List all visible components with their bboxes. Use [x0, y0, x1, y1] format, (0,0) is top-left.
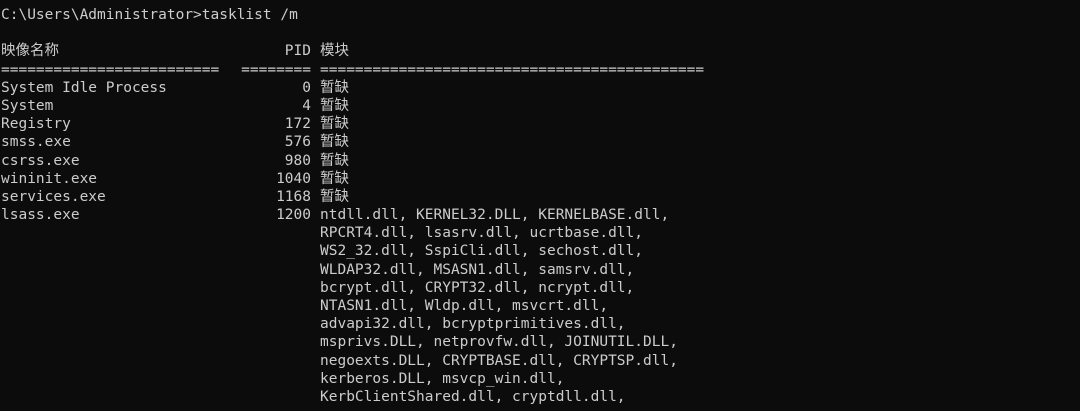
process-modules: advapi32.dll, bcryptprimitives.dll,: [320, 316, 626, 333]
process-name: Registry: [1, 116, 71, 133]
process-name: wininit.exe: [1, 170, 98, 187]
process-pid: 1200: [276, 207, 311, 224]
table-row-continuation: KerbClientShared.dll, cryptdll.dll,: [1, 388, 1080, 406]
process-pid: 1168: [276, 188, 311, 205]
separator-name: =========================: [1, 61, 220, 78]
process-pid: [233, 242, 311, 260]
process-name: [1, 297, 233, 315]
table-row: System 4 暂缺: [1, 97, 1080, 115]
console-window[interactable]: C:\Users\Administrator>tasklist /m 映像名称 …: [0, 0, 1080, 411]
process-modules: WLDAP32.dll, MSASN1.dll, samsrv.dll,: [320, 261, 635, 278]
process-pid: 1040: [276, 170, 311, 187]
process-pid: [233, 261, 311, 279]
table-row-continuation: advapi32.dll, bcryptprimitives.dll,: [1, 315, 1080, 333]
process-name: [1, 333, 233, 351]
command-prompt: C:\Users\Administrator>tasklist /m: [1, 7, 298, 23]
table-row-continuation: RPCRT4.dll, lsasrv.dll, ucrtbase.dll,: [1, 224, 1080, 242]
process-name: [1, 352, 233, 370]
process-pid: [233, 333, 311, 351]
table-header: 映像名称 PID 模块: [1, 42, 1080, 60]
table-row-continuation: msprivs.DLL, netprovfw.dll, JOINUTIL.DLL…: [1, 333, 1080, 351]
table-row-continuation: WLDAP32.dll, MSASN1.dll, samsrv.dll,: [1, 261, 1080, 279]
process-pid: [233, 388, 311, 406]
process-modules: ntdll.dll, KERNEL32.DLL, KERNELBASE.dll,: [320, 207, 670, 224]
process-modules: 暂缺: [320, 116, 349, 133]
process-name: [1, 315, 233, 333]
table-row-continuation: NTASN1.dll, Wldp.dll, msvcrt.dll,: [1, 297, 1080, 315]
process-modules: 暂缺: [320, 152, 349, 169]
header-modules: 模块: [320, 43, 349, 60]
table-row: System Idle Process 0 暂缺: [1, 79, 1080, 97]
table-row: csrss.exe 980 暂缺: [1, 152, 1080, 170]
separator-modules: ========================================…: [320, 61, 705, 78]
process-pid: [233, 370, 311, 388]
process-modules: WS2_32.dll, SspiCli.dll, sechost.dll,: [320, 243, 644, 260]
process-name: lsass.exe: [1, 207, 80, 224]
process-modules: bcrypt.dll, CRYPT32.dll, ncrypt.dll,: [320, 279, 635, 296]
table-row-continuation: kerberos.DLL, msvcp_win.dll,: [1, 370, 1080, 388]
process-pid: [233, 315, 311, 333]
process-list: System Idle Process 0 暂缺 System 4 暂缺 Registry 1…: [1, 79, 1080, 406]
process-modules: KerbClientShared.dll, cryptdll.dll,: [320, 388, 626, 405]
process-modules: msprivs.DLL, netprovfw.dll, JOINUTIL.DLL…: [320, 334, 678, 351]
header-pid: PID: [284, 43, 311, 60]
process-modules: NTASN1.dll, Wldp.dll, msvcrt.dll,: [320, 298, 609, 314]
process-modules: 暂缺: [320, 79, 349, 96]
process-pid: [233, 352, 311, 370]
table-row: Registry 172 暂缺: [1, 115, 1080, 133]
table-row: lsass.exe 1200 ntdll.dll, KERNEL32.DLL, KE…: [1, 206, 1080, 224]
header-image-name: 映像名称: [1, 43, 59, 60]
table-row: wininit.exe 1040 暂缺: [1, 170, 1080, 188]
process-name: System: [1, 97, 54, 114]
process-name: [1, 261, 233, 279]
process-modules: RPCRT4.dll, lsasrv.dll, ucrtbase.dll,: [320, 225, 644, 242]
table-row-continuation: negoexts.DLL, CRYPTBASE.dll, CRYPTSP.dll…: [1, 352, 1080, 370]
process-modules: kerberos.DLL, msvcp_win.dll,: [320, 370, 565, 387]
process-pid: 980: [284, 152, 311, 169]
table-row: services.exe 1168 暂缺: [1, 188, 1080, 206]
process-modules: 暂缺: [320, 188, 349, 205]
process-pid: [233, 224, 311, 242]
table-row: smss.exe 576 暂缺: [1, 133, 1080, 151]
process-name: [1, 279, 233, 297]
process-pid: 0: [302, 79, 311, 96]
process-pid: 576: [284, 134, 311, 151]
header-separator: ========================= ======== =====…: [1, 61, 1080, 79]
process-pid: 4: [302, 97, 311, 114]
process-name: [1, 242, 233, 260]
process-name: services.exe: [1, 188, 106, 205]
process-modules: negoexts.DLL, CRYPTBASE.dll, CRYPTSP.dll…: [320, 352, 678, 369]
process-modules: 暂缺: [320, 97, 349, 114]
process-name: [1, 388, 233, 406]
process-name: System Idle Process: [1, 79, 167, 96]
process-name: csrss.exe: [1, 152, 80, 169]
process-name: [1, 370, 233, 388]
table-row-continuation: bcrypt.dll, CRYPT32.dll, ncrypt.dll,: [1, 279, 1080, 297]
process-name: smss.exe: [1, 134, 71, 151]
process-modules: 暂缺: [320, 170, 349, 187]
process-pid: [233, 279, 311, 297]
table-row-continuation: WS2_32.dll, SspiCli.dll, sechost.dll,: [1, 242, 1080, 260]
process-pid: 172: [284, 116, 311, 133]
separator-pid: ========: [241, 61, 311, 78]
process-pid: [233, 297, 311, 315]
process-name: [1, 224, 233, 242]
process-modules: 暂缺: [320, 134, 349, 151]
